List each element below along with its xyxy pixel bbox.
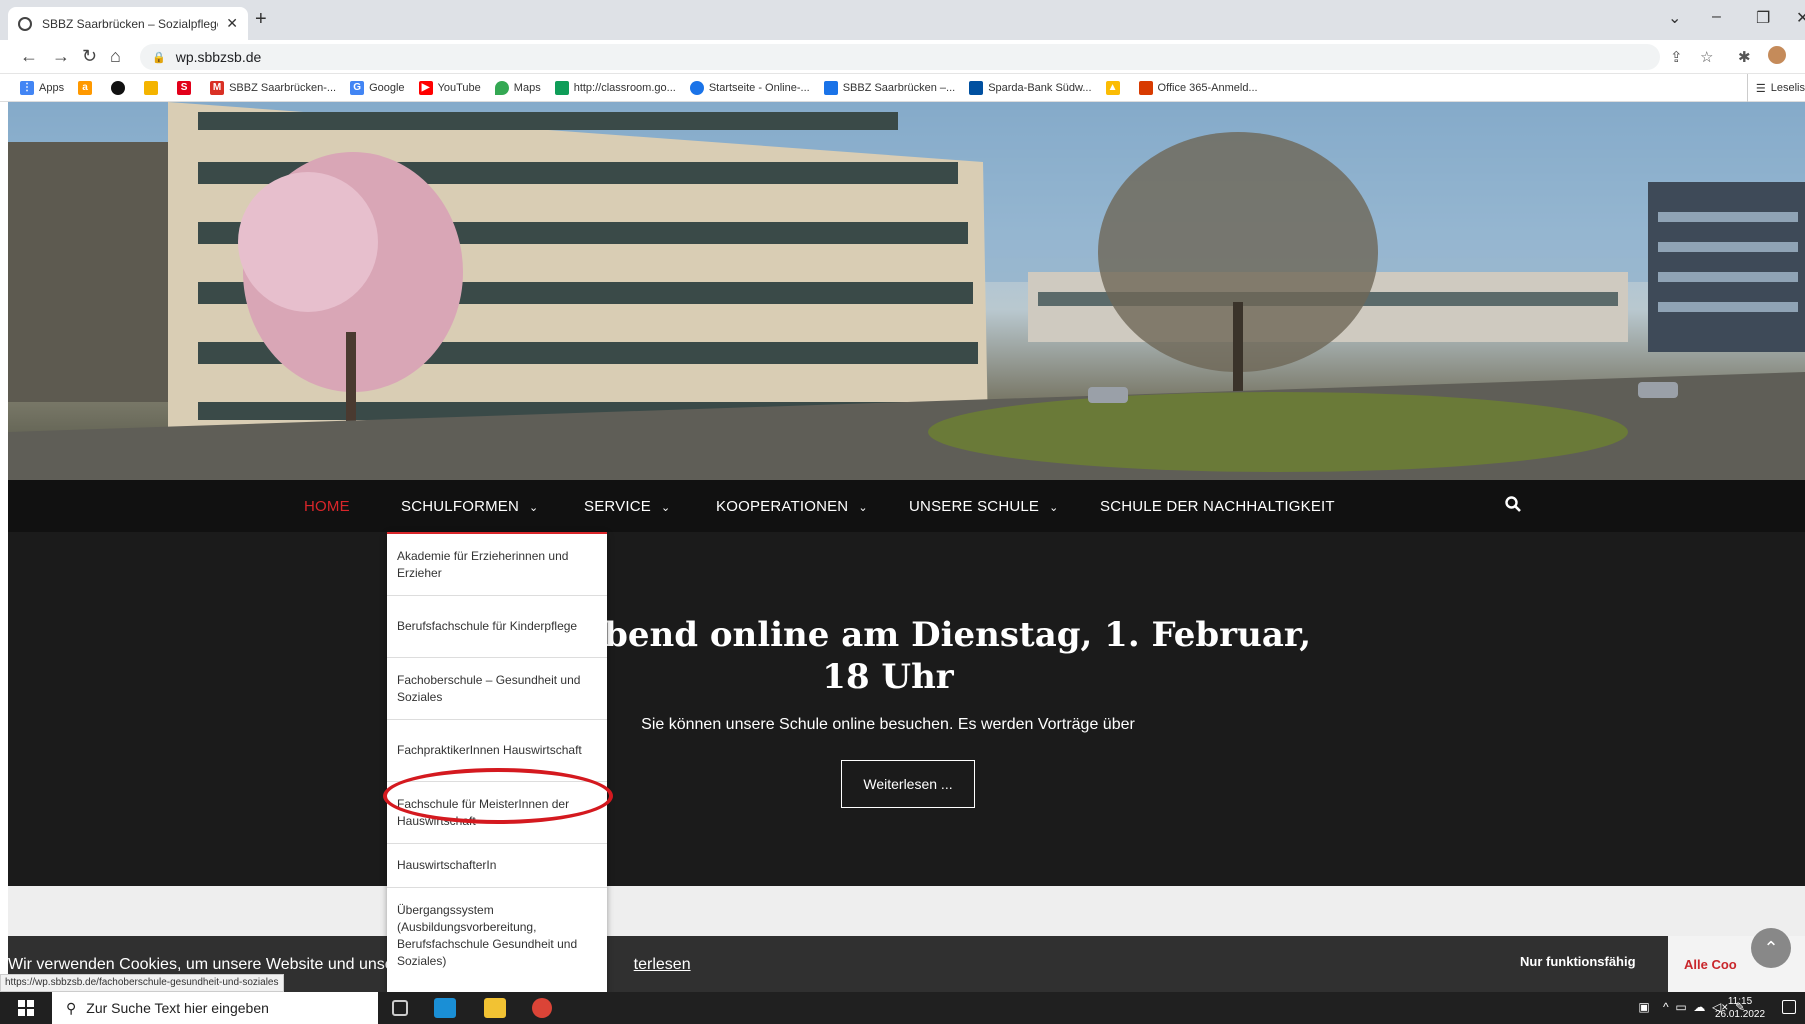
google-icon: G bbox=[350, 80, 365, 95]
share-icon[interactable]: ⇪ bbox=[1670, 48, 1683, 66]
amazon-icon: a bbox=[78, 80, 93, 95]
maps-icon bbox=[494, 80, 509, 95]
main-navigation: HOME SCHULFORMEN ⌄ SERVICE ⌄ KOOPERATIONEN… bbox=[8, 480, 1805, 532]
keyboard-icon[interactable]: ▣ bbox=[1638, 1000, 1649, 1014]
link-status-url: https://wp.sbbzsb.de/fachoberschule-gesu… bbox=[0, 974, 284, 992]
apps-grid-icon: ⋮ bbox=[20, 80, 34, 95]
bookmark-office[interactable]: Office 365-Anmeld... bbox=[1138, 80, 1258, 95]
bookmark-circle[interactable] bbox=[111, 80, 130, 95]
windows-start-button[interactable] bbox=[18, 1000, 34, 1016]
chevron-down-icon: ⌄ bbox=[1049, 502, 1059, 514]
taskbar-clock[interactable]: 11:15 26.01.2022 bbox=[1713, 995, 1767, 1021]
bookmark-star-icon[interactable]: ☆ bbox=[1700, 48, 1713, 66]
restore-button[interactable]: ❐ bbox=[1756, 8, 1770, 28]
extensions-icon[interactable]: ✱ bbox=[1738, 48, 1751, 66]
online-icon bbox=[689, 80, 704, 95]
read-more-button[interactable]: Weiterlesen ... bbox=[841, 760, 975, 808]
bookmark-apps[interactable]: ⋮ Apps bbox=[20, 80, 64, 95]
bookmark-sparda[interactable]: Sparda-Bank Südw... bbox=[969, 80, 1092, 95]
tab-search-chevron-icon[interactable]: ⌄ bbox=[1668, 8, 1681, 28]
nav-kooperationen[interactable]: KOOPERATIONEN ⌄ bbox=[716, 498, 868, 515]
tab-title: SBBZ Saarbrücken – Sozialpflege bbox=[42, 16, 219, 31]
bank-icon bbox=[144, 80, 159, 95]
bookmark-drive[interactable]: ▲ bbox=[1105, 80, 1125, 95]
back-button[interactable]: ← bbox=[20, 46, 38, 67]
calendar-icon bbox=[823, 80, 838, 95]
nav-schule-der-nachhaltigkeit[interactable]: SCHULE DER NACHHALTIGKEIT bbox=[1100, 498, 1335, 515]
profile-avatar[interactable] bbox=[1768, 46, 1786, 64]
bookmark-bank[interactable] bbox=[144, 80, 163, 95]
url-text: wp.sbbzsb.de bbox=[175, 49, 262, 65]
chevron-down-icon: ⌄ bbox=[858, 502, 868, 514]
dropdown-item-uebergangssystem[interactable]: Übergangssystem (Ausbildungsvorbereitung… bbox=[387, 888, 607, 984]
chevron-up-icon: ⌃ bbox=[1763, 937, 1779, 958]
nav-unsere-schule[interactable]: UNSERE SCHULE ⌄ bbox=[909, 498, 1059, 515]
forward-button[interactable]: → bbox=[52, 46, 70, 67]
dropdown-item-hauswirtschafter[interactable]: HauswirtschafterIn bbox=[387, 844, 607, 888]
circle-logo-icon bbox=[111, 80, 126, 95]
reload-button[interactable]: ↻ bbox=[82, 46, 97, 67]
chevron-down-icon: ⌄ bbox=[529, 502, 539, 514]
bookmark-amazon[interactable]: a bbox=[78, 80, 97, 95]
content-section bbox=[8, 886, 1805, 936]
gmail-icon: M bbox=[210, 80, 225, 95]
drive-icon: ▲ bbox=[1105, 80, 1120, 95]
mail-app-icon[interactable] bbox=[434, 998, 456, 1018]
hero-school-photo bbox=[8, 102, 1805, 480]
dropdown-item-fachoberschule[interactable]: Fachoberschule – Gesundheit und Soziales bbox=[387, 658, 607, 720]
notification-icon[interactable] bbox=[1782, 1000, 1796, 1014]
highlight-annotation-ellipse bbox=[383, 768, 613, 824]
file-explorer-icon[interactable] bbox=[484, 998, 506, 1018]
chevron-down-icon: ⌄ bbox=[660, 502, 671, 514]
hero-photo-illustration bbox=[8, 102, 1805, 480]
youtube-icon: ▶ bbox=[418, 80, 433, 95]
home-button[interactable]: ⌂ bbox=[110, 46, 121, 67]
lock-icon: 🔒 bbox=[152, 51, 166, 64]
bookmark-online[interactable]: Startseite - Online-... bbox=[689, 80, 810, 95]
close-window-button[interactable]: ✕ bbox=[1796, 8, 1805, 28]
minimize-button[interactable]: – bbox=[1712, 8, 1721, 26]
cookie-read-more-link[interactable]: terlesen bbox=[634, 956, 691, 973]
close-tab-icon[interactable]: ✕ bbox=[226, 15, 238, 32]
browser-tab[interactable]: SBBZ Saarbrücken – Sozialpflege ✕ bbox=[8, 7, 248, 40]
dropdown-item-berufsfachschule-kinderpflege[interactable]: Berufsfachschule für Kinderpflege bbox=[387, 596, 607, 658]
web-page: HOME SCHULFORMEN ⌄ SERVICE ⌄ KOOPERATIONEN… bbox=[8, 102, 1805, 992]
new-tab-button[interactable]: + bbox=[255, 8, 267, 31]
network-icon[interactable]: ▭ bbox=[1675, 1000, 1686, 1014]
nav-schulformen[interactable]: SCHULFORMEN ⌄ bbox=[401, 498, 538, 515]
hero-slider: ationsabend online am Dienstag, 1. Febru… bbox=[8, 532, 1805, 886]
site-favicon-icon bbox=[18, 16, 32, 31]
windows-taskbar: ⚲ Zur Suche Text hier eingeben ▣ ^ ▭ ☁ ◁… bbox=[0, 992, 1805, 1024]
bookmark-sparkasse[interactable]: S bbox=[177, 80, 196, 95]
chrome-app-icon[interactable] bbox=[532, 998, 552, 1018]
search-icon[interactable] bbox=[1504, 495, 1522, 513]
bookmark-maps[interactable]: Maps bbox=[494, 80, 541, 95]
bookmark-sbbz[interactable]: SBBZ Saarbrücken –... bbox=[823, 80, 955, 95]
nav-service[interactable]: SERVICE ⌄ bbox=[584, 498, 670, 515]
office-icon bbox=[1138, 80, 1153, 95]
reading-list-icon: ☰ bbox=[1755, 82, 1766, 95]
search-icon: ⚲ bbox=[66, 999, 77, 1016]
bookmark-google[interactable]: G Google bbox=[350, 80, 405, 95]
tray-expand-icon[interactable]: ^ bbox=[1663, 1000, 1669, 1014]
cookie-functional-only-button[interactable]: Nur funktionsfähig bbox=[1520, 954, 1636, 969]
taskbar-search-box[interactable]: ⚲ Zur Suche Text hier eingeben bbox=[52, 992, 378, 1024]
onedrive-icon[interactable]: ☁ bbox=[1693, 1000, 1705, 1014]
nav-home[interactable]: HOME bbox=[304, 498, 350, 515]
classroom-icon bbox=[554, 80, 569, 95]
schulformen-dropdown-menu: Akademie für Erzieherinnen und Erzieher … bbox=[387, 532, 607, 992]
bookmark-classroom[interactable]: http://classroom.go... bbox=[554, 80, 676, 95]
address-bar[interactable]: 🔒 wp.sbbzsb.de bbox=[140, 44, 1660, 70]
sparda-icon bbox=[969, 80, 984, 95]
sparkasse-icon: S bbox=[177, 80, 192, 95]
bookmarks-bar: ⋮ Apps a S M SBBZ Saarbrücken-... G Google … bbox=[0, 74, 1805, 102]
dropdown-item-akademie[interactable]: Akademie für Erzieherinnen und Erzieher bbox=[387, 534, 607, 596]
reading-list-button[interactable]: ☰ Leselis bbox=[1746, 74, 1805, 102]
scroll-to-top-button[interactable]: ⌃ bbox=[1751, 928, 1791, 968]
bookmark-gmail[interactable]: M SBBZ Saarbrücken-... bbox=[210, 80, 336, 95]
browser-toolbar: ← → ↻ ⌂ 🔒 wp.sbbzsb.de ⇪ ☆ ✱ bbox=[0, 40, 1805, 74]
bookmark-youtube[interactable]: ▶ YouTube bbox=[418, 80, 481, 95]
browser-tab-strip: SBBZ Saarbrücken – Sozialpflege ✕ + ⌄ – … bbox=[0, 0, 1805, 40]
task-view-icon[interactable] bbox=[392, 1000, 408, 1016]
